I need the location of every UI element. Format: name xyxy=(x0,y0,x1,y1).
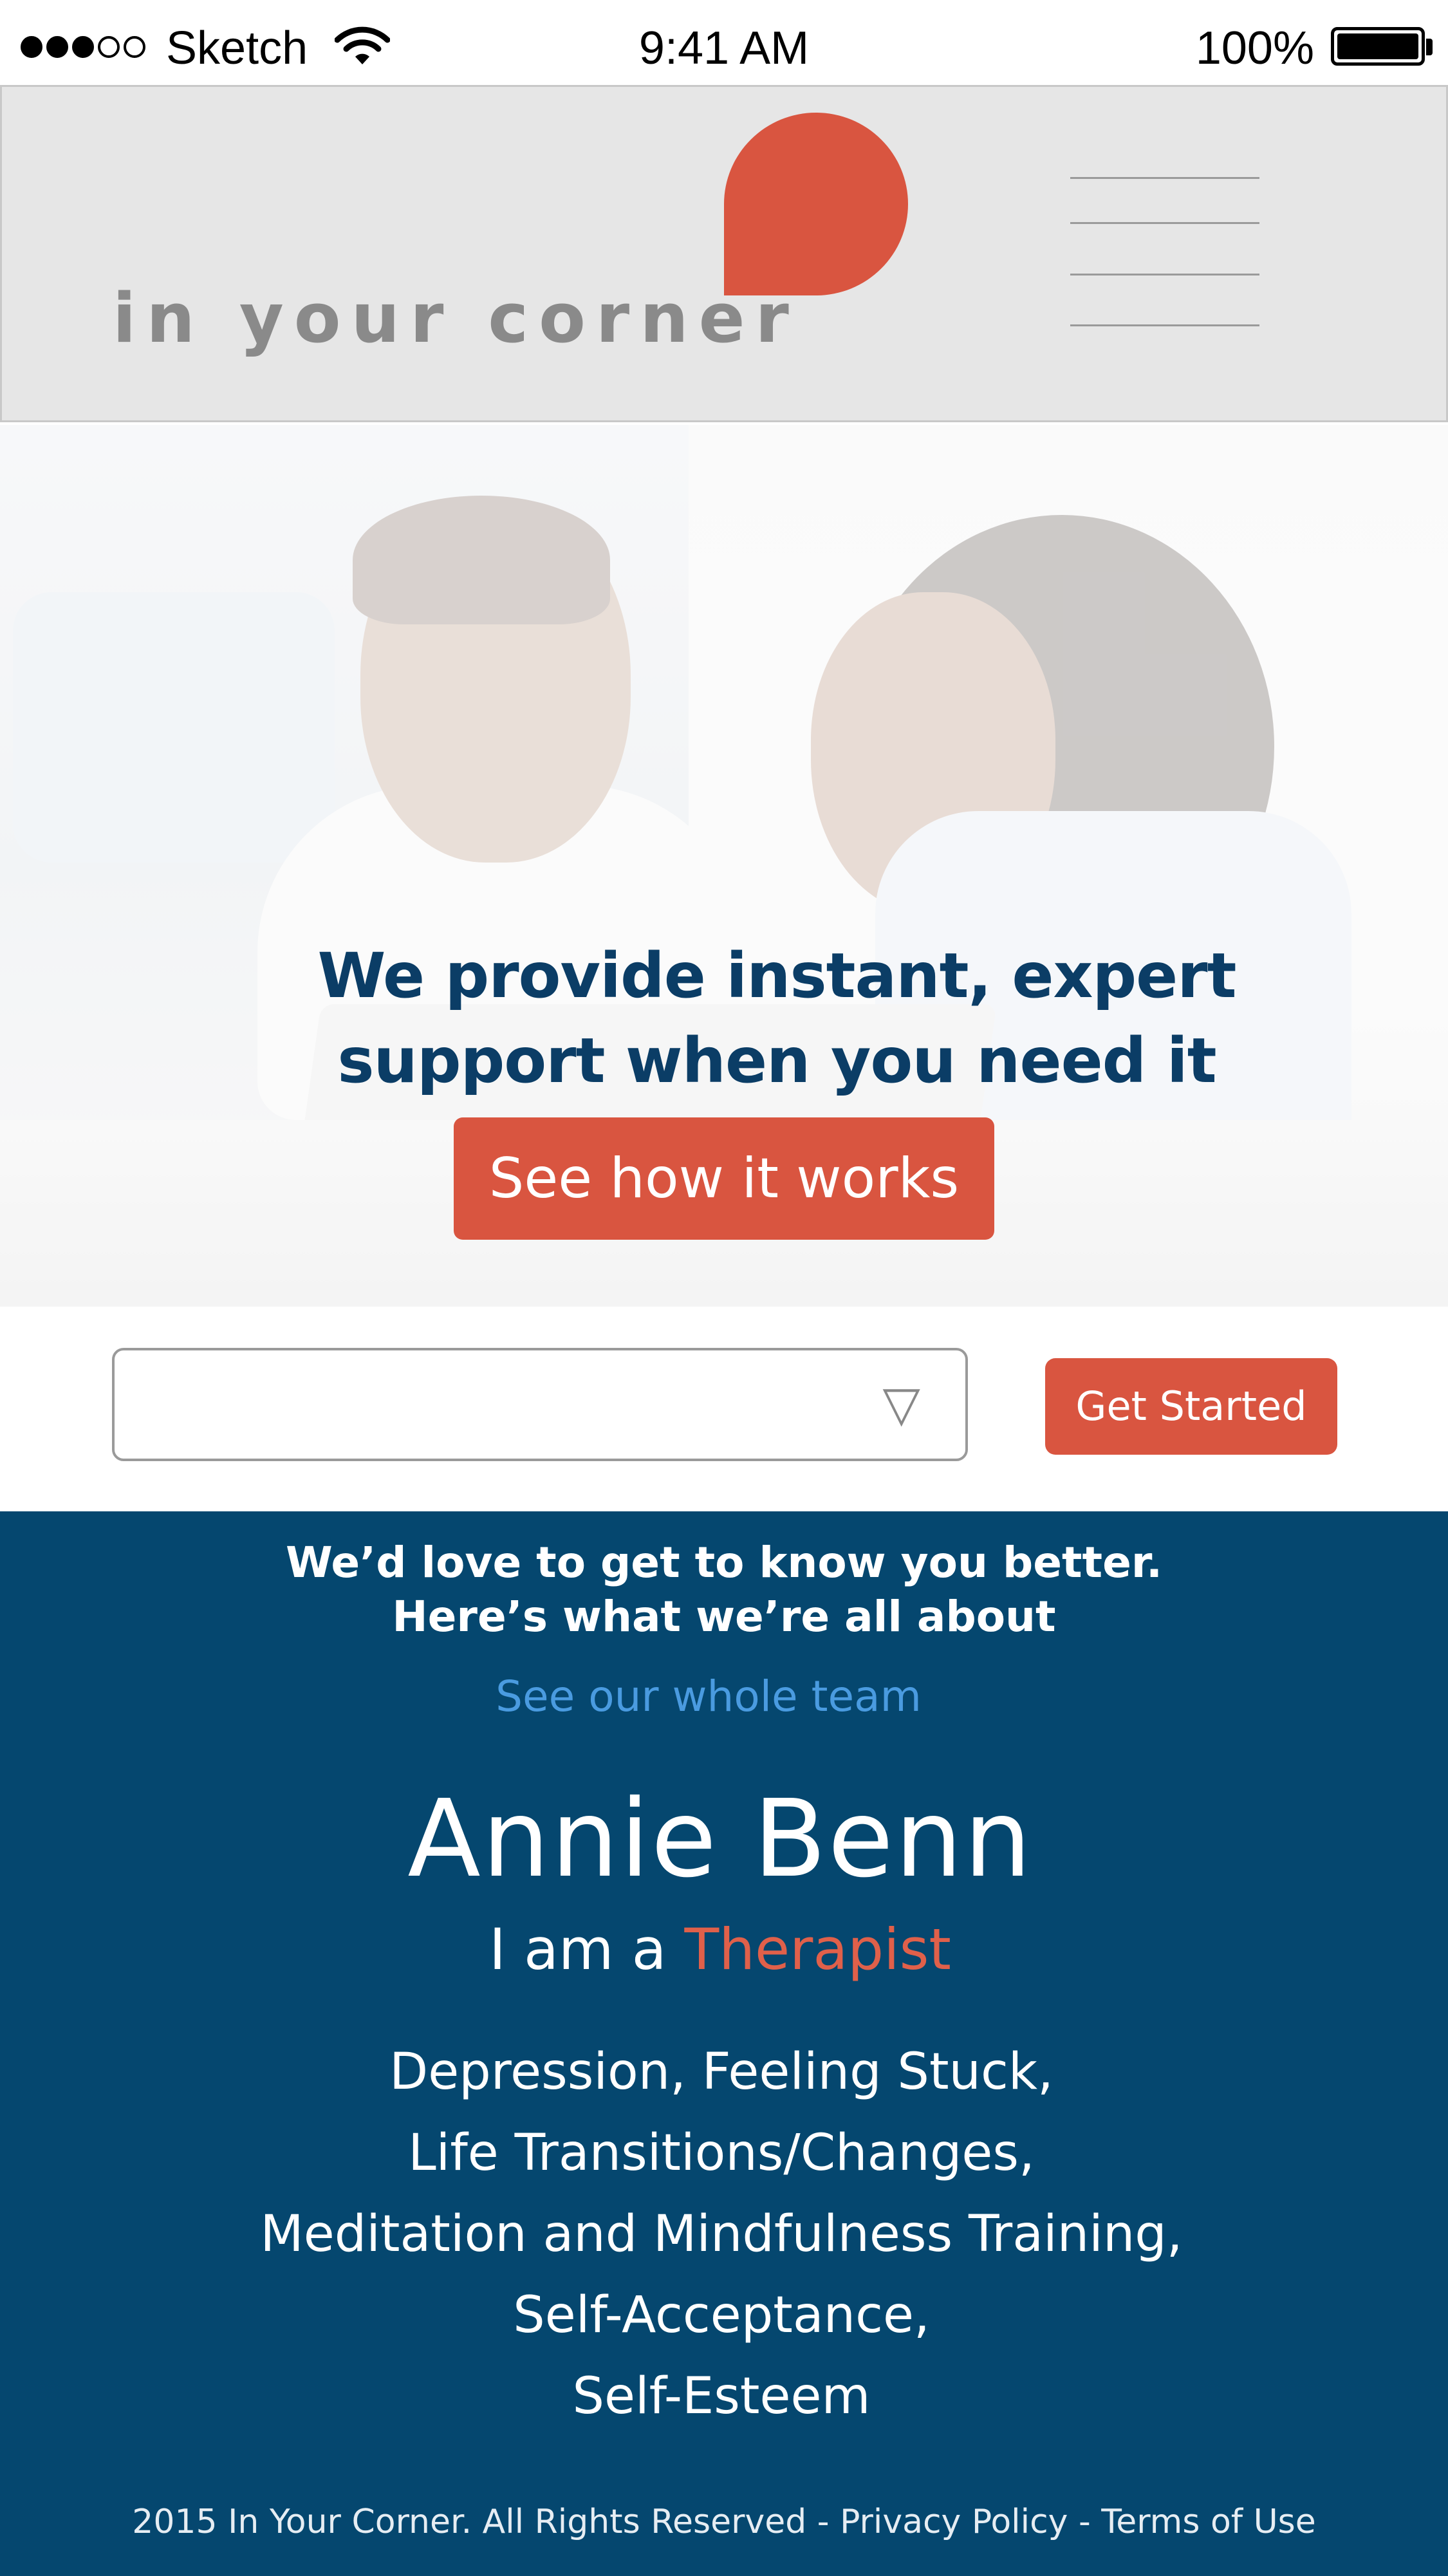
about-section: We’d love to get to know you better. Her… xyxy=(0,1511,1448,2576)
menu-line xyxy=(1070,274,1259,275)
hero-headline: We provide instant, expert support when … xyxy=(0,933,1448,1103)
logo-wordmark[interactable]: in your corner xyxy=(113,274,799,364)
logo-bubble-icon xyxy=(724,113,908,295)
menu-line xyxy=(1070,324,1259,326)
therapist-name: Annie Benn xyxy=(407,1777,1033,1901)
site-header: in your corner xyxy=(0,85,1448,422)
battery-tip xyxy=(1426,39,1433,55)
see-how-it-works-button[interactable]: See how it works xyxy=(454,1117,994,1240)
footer-separator: - xyxy=(1068,2503,1102,2541)
privacy-policy-link[interactable]: Privacy Policy xyxy=(840,2503,1068,2541)
status-bar: Sketch 9:41 AM 100% xyxy=(0,0,1448,85)
service-select[interactable]: ▽ xyxy=(112,1348,968,1461)
intro-line: Here’s what we’re all about xyxy=(392,1592,1056,1641)
triangle-down-icon: ▽ xyxy=(882,1377,920,1432)
specialty-item: Meditation and Mindfulness Training, xyxy=(260,2205,1183,2263)
get-started-button[interactable]: Get Started xyxy=(1045,1358,1337,1455)
terms-of-use-link[interactable]: Terms of Use xyxy=(1101,2503,1315,2541)
intro-line: We’d love to get to know you better. xyxy=(285,1538,1163,1587)
selector-row: ▽ Get Started xyxy=(0,1307,1448,1511)
specialty-item: Depression, Feeling Stuck, xyxy=(389,2043,1054,2101)
see-team-link[interactable]: See our whole team xyxy=(0,1670,1417,1724)
specialty-item: Life Transitions/Changes, xyxy=(408,2124,1035,2182)
hero-headline-line: We provide instant, expert xyxy=(317,940,1236,1012)
therapist-role: I am a Therapist xyxy=(0,1914,1440,1985)
copyright-text: 2015 In Your Corner. All Rights Reserved xyxy=(132,2503,807,2541)
battery-icon xyxy=(1331,27,1425,66)
role-title: Therapist xyxy=(684,1916,951,1983)
specialties-list: Depression, Feeling Stuck, Life Transiti… xyxy=(0,2031,1443,2437)
hamburger-menu-icon[interactable] xyxy=(1070,177,1259,326)
role-prefix: I am a xyxy=(489,1916,685,1983)
battery-percent: 100% xyxy=(1195,23,1314,74)
menu-line xyxy=(1070,177,1259,179)
specialty-item: Self-Acceptance, xyxy=(513,2286,930,2344)
menu-line xyxy=(1070,222,1259,224)
site-footer: 2015 In Your Corner. All Rights Reserved… xyxy=(0,2496,1448,2548)
specialty-item: Self-Esteem xyxy=(572,2367,871,2425)
footer-separator: - xyxy=(806,2503,840,2541)
hero-headline-line: support when you need it xyxy=(337,1025,1216,1097)
